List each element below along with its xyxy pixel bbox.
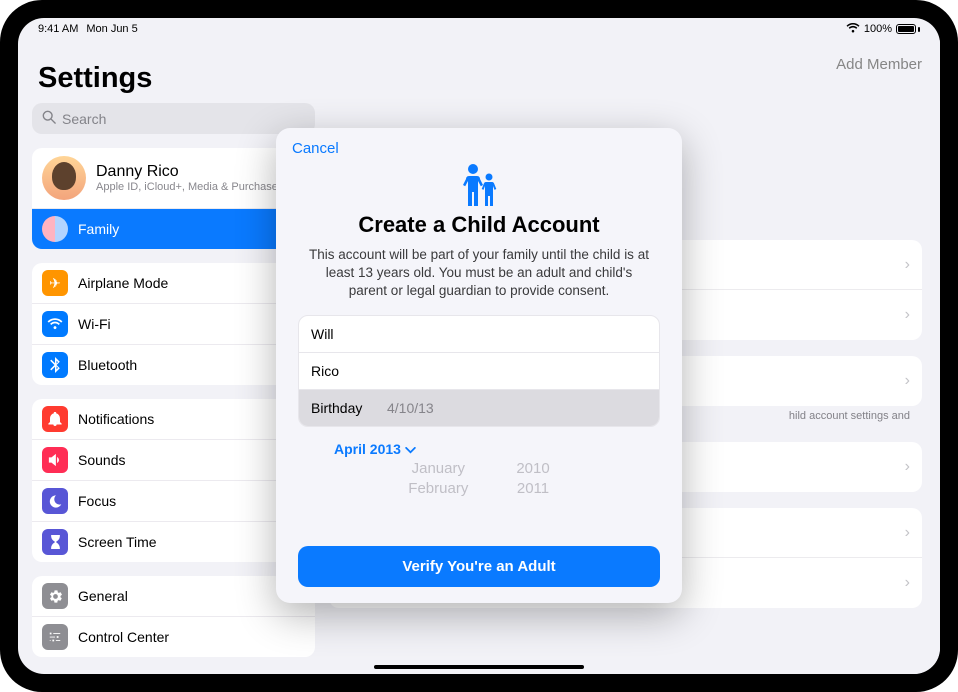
sidebar-item-label: Wi-Fi	[78, 316, 111, 332]
moon-icon	[42, 488, 68, 514]
sidebar-item-focus[interactable]: Focus	[32, 481, 315, 522]
wheel-month-option: February	[408, 479, 468, 499]
speaker-icon	[42, 447, 68, 473]
sidebar-item-account[interactable]: Danny Rico Apple ID, iCloud+, Media & Pu…	[32, 148, 315, 209]
sidebar-item-label: Control Center	[78, 629, 169, 645]
sidebar-item-sounds[interactable]: Sounds	[32, 440, 315, 481]
wheel-month-option: January	[408, 459, 468, 479]
first-name-field[interactable]: Will	[299, 316, 659, 353]
first-name-value: Will	[311, 326, 334, 342]
chevron-right-icon: ›	[905, 458, 910, 476]
sidebar-item-bluetooth[interactable]: Bluetooth	[32, 345, 315, 385]
verify-adult-button[interactable]: Verify You're an Adult	[298, 546, 660, 587]
gear-icon	[42, 583, 68, 609]
avatar	[42, 156, 86, 200]
sidebar-item-label: General	[78, 588, 128, 604]
status-time: 9:41 AM	[38, 23, 78, 35]
battery-icon	[896, 24, 920, 34]
screen: 9:41 AM Mon Jun 5 100% Settings	[18, 18, 940, 674]
hourglass-icon	[42, 529, 68, 555]
add-member-button[interactable]: Add Member	[836, 56, 922, 73]
account-sub: Apple ID, iCloud+, Media & Purchases	[96, 181, 283, 193]
birthday-label: Birthday	[311, 400, 387, 416]
status-date: Mon Jun 5	[86, 23, 137, 35]
ipad-frame: 9:41 AM Mon Jun 5 100% Settings	[0, 0, 958, 692]
wheel-year-option: 2010	[516, 459, 549, 479]
wifi-icon	[846, 23, 860, 36]
chevron-right-icon: ›	[905, 306, 910, 324]
battery-percent: 100%	[864, 23, 892, 35]
sidebar-item-controlcenter[interactable]: Control Center	[32, 617, 315, 657]
birthday-value: 4/10/13	[387, 400, 434, 416]
sidebar-item-notifications[interactable]: Notifications	[32, 399, 315, 440]
bell-icon	[42, 406, 68, 432]
modal-description: This account will be part of your family…	[306, 246, 652, 301]
chevron-right-icon: ›	[905, 574, 910, 592]
home-indicator[interactable]	[374, 665, 584, 669]
status-bar: 9:41 AM Mon Jun 5 100%	[18, 18, 940, 40]
search-placeholder: Search	[62, 111, 106, 127]
sidebar-item-label: Sounds	[78, 452, 125, 468]
search-icon	[42, 110, 56, 127]
family-figure-icon	[298, 164, 660, 206]
last-name-value: Rico	[311, 363, 339, 379]
account-name: Danny Rico	[96, 163, 283, 181]
sidebar-item-label: Airplane Mode	[78, 275, 168, 291]
sidebar-item-general[interactable]: General	[32, 576, 315, 617]
sliders-icon	[42, 624, 68, 650]
wheel-year-option: 2011	[516, 479, 549, 499]
chevron-right-icon: ›	[905, 372, 910, 390]
chevron-right-icon: ›	[905, 524, 910, 542]
family-icon	[42, 216, 68, 242]
sidebar-item-airplane[interactable]: ✈ Airplane Mode	[32, 263, 315, 304]
sidebar-item-label: Focus	[78, 493, 116, 509]
child-account-form: Will Rico Birthday 4/10/13	[298, 315, 660, 427]
sidebar-item-label: Family	[78, 221, 119, 237]
sidebar-item-label: Notifications	[78, 411, 154, 427]
chevron-right-icon: ›	[905, 256, 910, 274]
airplane-icon: ✈	[42, 270, 68, 296]
month-year-picker[interactable]: April 2013	[334, 441, 660, 457]
chevron-down-icon	[405, 441, 416, 457]
sidebar-item-family[interactable]: Family	[32, 209, 315, 249]
month-year-value: April 2013	[334, 441, 401, 457]
sidebar-item-wifi[interactable]: Wi-Fi	[32, 304, 315, 345]
cancel-button[interactable]: Cancel	[292, 140, 339, 157]
create-child-account-modal: Cancel Create a Child Account This accou…	[276, 128, 682, 603]
last-name-field[interactable]: Rico	[299, 353, 659, 390]
date-wheel[interactable]: January February 2010 2011	[298, 459, 660, 499]
sidebar-item-label: Bluetooth	[78, 357, 137, 373]
birthday-field[interactable]: Birthday 4/10/13	[299, 390, 659, 426]
bluetooth-icon	[42, 352, 68, 378]
search-input[interactable]: Search	[32, 103, 315, 134]
page-title: Settings	[38, 62, 315, 95]
sidebar-item-label: Screen Time	[78, 534, 157, 550]
modal-title: Create a Child Account	[298, 212, 660, 238]
wifi-settings-icon	[42, 311, 68, 337]
sidebar-item-screentime[interactable]: Screen Time	[32, 522, 315, 562]
